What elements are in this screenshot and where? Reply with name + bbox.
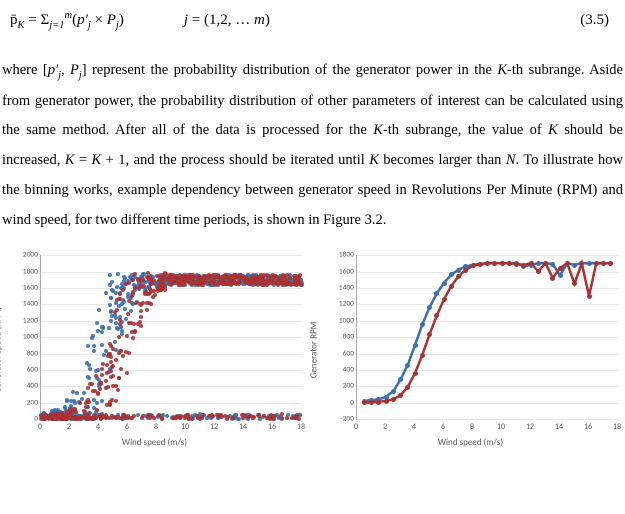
equation-body: p̄K = Σj=1m(p′j × Pj) xyxy=(10,10,124,31)
body-paragraph: where [p′j, Pj] represent the probabilit… xyxy=(0,56,625,235)
line-ylabel: Generator RPM xyxy=(309,322,320,379)
line-xlabel: Wind speed (m/s) xyxy=(318,437,623,448)
equation-condition: j = (1,2, … m) xyxy=(184,12,270,29)
scatter-xlabel: Wind speed (m/s) xyxy=(2,437,307,448)
line-chart: Generator RPM Wind speed (m/s) -20002004… xyxy=(318,250,623,450)
scatter-chart: Generator speed (RPM) Wind speed (m/s) 0… xyxy=(2,250,307,450)
scatter-ylabel: Generator speed (RPM) xyxy=(0,307,4,393)
equation-line: p̄K = Σj=1m(p′j × Pj) j = (1,2, … m) (3.… xyxy=(0,10,625,31)
equation-number: (3.5) xyxy=(580,12,615,29)
scatter-plot-area xyxy=(40,255,302,420)
line-plot-area xyxy=(356,255,618,420)
chart-row: Generator speed (RPM) Wind speed (m/s) 0… xyxy=(0,250,625,470)
